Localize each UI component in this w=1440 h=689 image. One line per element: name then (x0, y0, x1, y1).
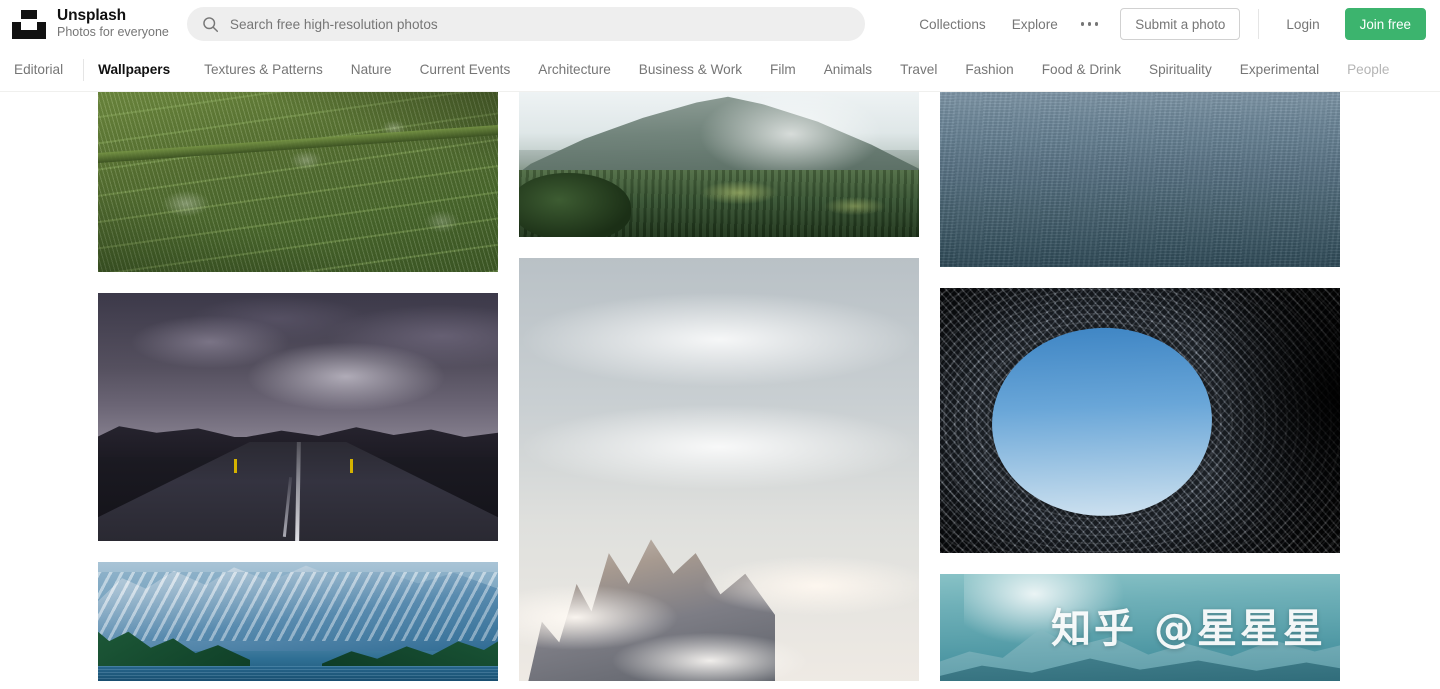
photo-card[interactable] (98, 562, 498, 681)
photo-card[interactable] (98, 293, 498, 541)
nav-item-current-events[interactable]: Current Events (406, 62, 525, 77)
login-link[interactable]: Login (1273, 17, 1332, 32)
nav-item-architecture[interactable]: Architecture (524, 62, 625, 77)
nav-item-wallpapers[interactable]: Wallpapers (98, 62, 190, 77)
nav-item-editorial[interactable]: Editorial (14, 62, 83, 77)
ellipsis-icon[interactable] (1071, 9, 1111, 39)
header-divider (1258, 9, 1260, 39)
nav-item-food-drink[interactable]: Food & Drink (1028, 62, 1135, 77)
photo-card[interactable]: 知乎 @星星星 (940, 574, 1340, 681)
photo-card[interactable] (940, 92, 1340, 267)
photo-column (98, 92, 498, 681)
category-nav: Editorial Wallpapers Textures & Patterns N… (0, 48, 1440, 92)
search-bar[interactable] (186, 7, 865, 41)
nav-item-experimental[interactable]: Experimental (1226, 62, 1333, 77)
photo-column: 知乎 @星星星 (940, 92, 1340, 681)
nav-separator (83, 58, 85, 81)
photo-grid-columns: 知乎 @星星星 (98, 92, 1342, 681)
site-header: Unsplash Photos for everyone Collections… (0, 0, 1440, 48)
photo-card[interactable] (940, 288, 1340, 553)
photo-card[interactable] (519, 258, 919, 681)
photo-card[interactable] (98, 92, 498, 272)
nav-item-textures-patterns[interactable]: Textures & Patterns (190, 62, 337, 77)
search-icon (203, 16, 218, 32)
nav-item-spirituality[interactable]: Spirituality (1135, 62, 1226, 77)
nav-explore[interactable]: Explore (999, 17, 1071, 32)
photo-grid: 知乎 @星星星 (0, 92, 1440, 681)
brand-name: Unsplash (57, 7, 126, 25)
brand-tagline: Photos for everyone (57, 25, 169, 40)
photo-card[interactable] (519, 92, 919, 237)
join-free-button[interactable]: Join free (1344, 8, 1426, 40)
header-actions: Collections Explore Submit a photo Login… (906, 8, 1426, 40)
submit-a-photo-button[interactable]: Submit a photo (1120, 8, 1241, 40)
nav-item-film[interactable]: Film (756, 62, 810, 77)
search-input[interactable] (229, 16, 850, 32)
nav-item-nature[interactable]: Nature (337, 62, 406, 77)
nav-item-travel[interactable]: Travel (886, 62, 951, 77)
photo-column (519, 92, 919, 681)
nav-item-animals[interactable]: Animals (810, 62, 886, 77)
nav-item-people[interactable]: People (1333, 62, 1403, 77)
nav-item-business-work[interactable]: Business & Work (625, 62, 756, 77)
nav-collections[interactable]: Collections (906, 17, 999, 32)
unsplash-camera-logo-icon (12, 9, 46, 39)
unsplash-logo-link[interactable]: Unsplash Photos for everyone (12, 8, 169, 39)
nav-item-fashion[interactable]: Fashion (951, 62, 1027, 77)
